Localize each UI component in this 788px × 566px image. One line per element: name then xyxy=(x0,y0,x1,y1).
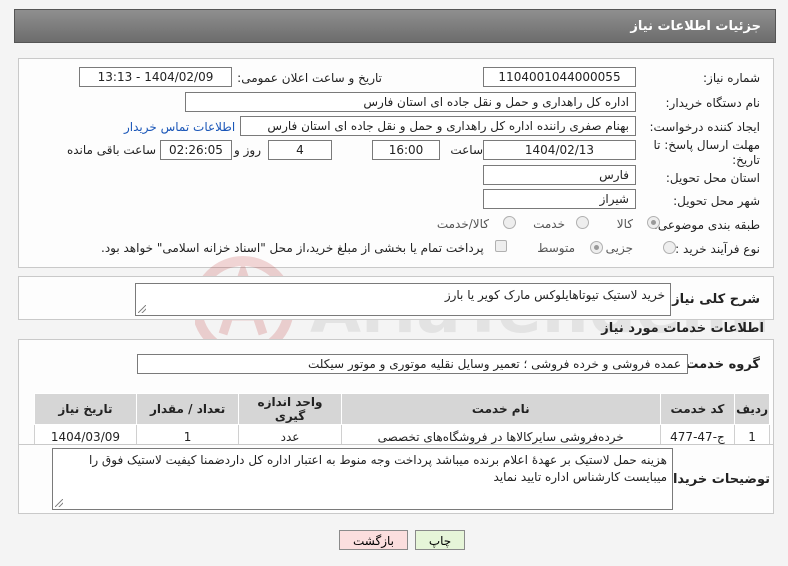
category-goods-service-radio[interactable] xyxy=(503,216,516,229)
buyer-contact-link[interactable]: اطلاعات تماس خریدار xyxy=(124,120,235,134)
process-label: نوع فرآیند خرید : xyxy=(675,242,760,256)
resize-grip[interactable] xyxy=(138,305,146,313)
province-field: فارس xyxy=(483,165,636,185)
service-group-field: عمده فروشی و خرده فروشی ؛ تعمیر وسایل نق… xyxy=(137,354,688,374)
service-group-label: گروه خدمت: xyxy=(680,357,760,372)
category-goods-radio[interactable] xyxy=(647,216,660,229)
process-medium-label: متوسط xyxy=(537,241,575,255)
table-header-row: ردیف کد خدمت نام خدمت واحد اندازه گیری ت… xyxy=(34,393,770,425)
process-medium-radio[interactable] xyxy=(590,241,603,254)
remaining-time-field: 02:26:05 xyxy=(160,140,232,160)
buyer-notes-textarea: هزینه حمل لاستیک بر عهدهٔ اعلام برنده می… xyxy=(52,448,673,510)
col-code: کد خدمت xyxy=(659,393,736,425)
remaining-time-label: ساعت باقی مانده xyxy=(66,143,156,157)
col-unit: واحد اندازه گیری xyxy=(238,393,342,425)
print-button[interactable]: چاپ xyxy=(415,530,465,550)
buyer-notes-text: هزینه حمل لاستیک بر عهدهٔ اعلام برنده می… xyxy=(88,453,667,484)
deadline-time-field: 16:00 xyxy=(372,140,440,160)
deadline-date-label: تاریخ: xyxy=(732,153,760,167)
page-title: جزئیات اطلاعات نیاز xyxy=(630,19,761,34)
buyer-org-label: نام دستگاه خریدار: xyxy=(665,96,761,110)
services-section-title: اطلاعات خدمات مورد نیاز xyxy=(601,321,764,336)
treasury-payment-checkbox[interactable] xyxy=(495,240,507,252)
need-info-panel xyxy=(18,58,774,268)
days-label: روز و xyxy=(234,143,261,157)
summary-label: شرح کلی نیاز: xyxy=(666,292,760,307)
col-quantity: تعداد / مقدار xyxy=(135,393,240,425)
buyer-notes-label: توضیحات خریدار: xyxy=(660,472,770,487)
category-goods-service-label: کالا/خدمت xyxy=(436,217,489,231)
process-minor-radio[interactable] xyxy=(663,241,676,254)
process-minor-label: جزیی xyxy=(605,241,633,255)
back-button[interactable]: بازگشت xyxy=(339,530,408,550)
resize-grip[interactable] xyxy=(55,499,63,507)
need-number-label: شماره نیاز: xyxy=(703,71,760,85)
announce-datetime-field: 1404/02/09 - 13:13 xyxy=(79,67,232,87)
province-label: استان محل تحویل: xyxy=(665,171,760,185)
requester-field: بهنام صفری راننده اداره کل راهداری و حمل… xyxy=(240,116,636,136)
deadline-label: مهلت ارسال پاسخ: تا xyxy=(653,138,760,152)
need-number-field: 1104001044000055 xyxy=(483,67,636,87)
col-name: نام خدمت xyxy=(340,393,661,425)
col-need-date: تاریخ نیاز xyxy=(34,393,137,425)
deadline-time-label: ساعت xyxy=(450,143,483,157)
services-table: ردیف کد خدمت نام خدمت واحد اندازه گیری ت… xyxy=(34,393,770,450)
category-service-radio[interactable] xyxy=(576,216,589,229)
remaining-days-field: 4 xyxy=(268,140,332,160)
summary-text: خرید لاستیک تیوتاهایلوکس مارک کویر یا با… xyxy=(444,288,665,302)
buyer-org-field: اداره کل راهداری و حمل و نقل جاده ای است… xyxy=(185,92,636,112)
category-label: طبقه بندی موضوعی: xyxy=(653,218,760,232)
announce-label: تاریخ و ساعت اعلان عمومی: xyxy=(237,71,382,85)
treasury-payment-note: پرداخت تمام یا بخشی از مبلغ خرید،از محل … xyxy=(101,241,484,255)
city-field: شیراز xyxy=(483,189,636,209)
summary-textarea: خرید لاستیک تیوتاهایلوکس مارک کویر یا با… xyxy=(135,283,671,316)
category-goods-label: کالا xyxy=(616,217,633,231)
category-service-label: خدمت xyxy=(533,217,565,231)
city-label: شهر محل تحویل: xyxy=(673,194,760,208)
requester-label: ایجاد کننده درخواست: xyxy=(649,120,760,134)
deadline-date-field: 1404/02/13 xyxy=(483,140,636,160)
page-title-bar: جزئیات اطلاعات نیاز xyxy=(14,9,776,43)
col-row: ردیف xyxy=(734,393,770,425)
